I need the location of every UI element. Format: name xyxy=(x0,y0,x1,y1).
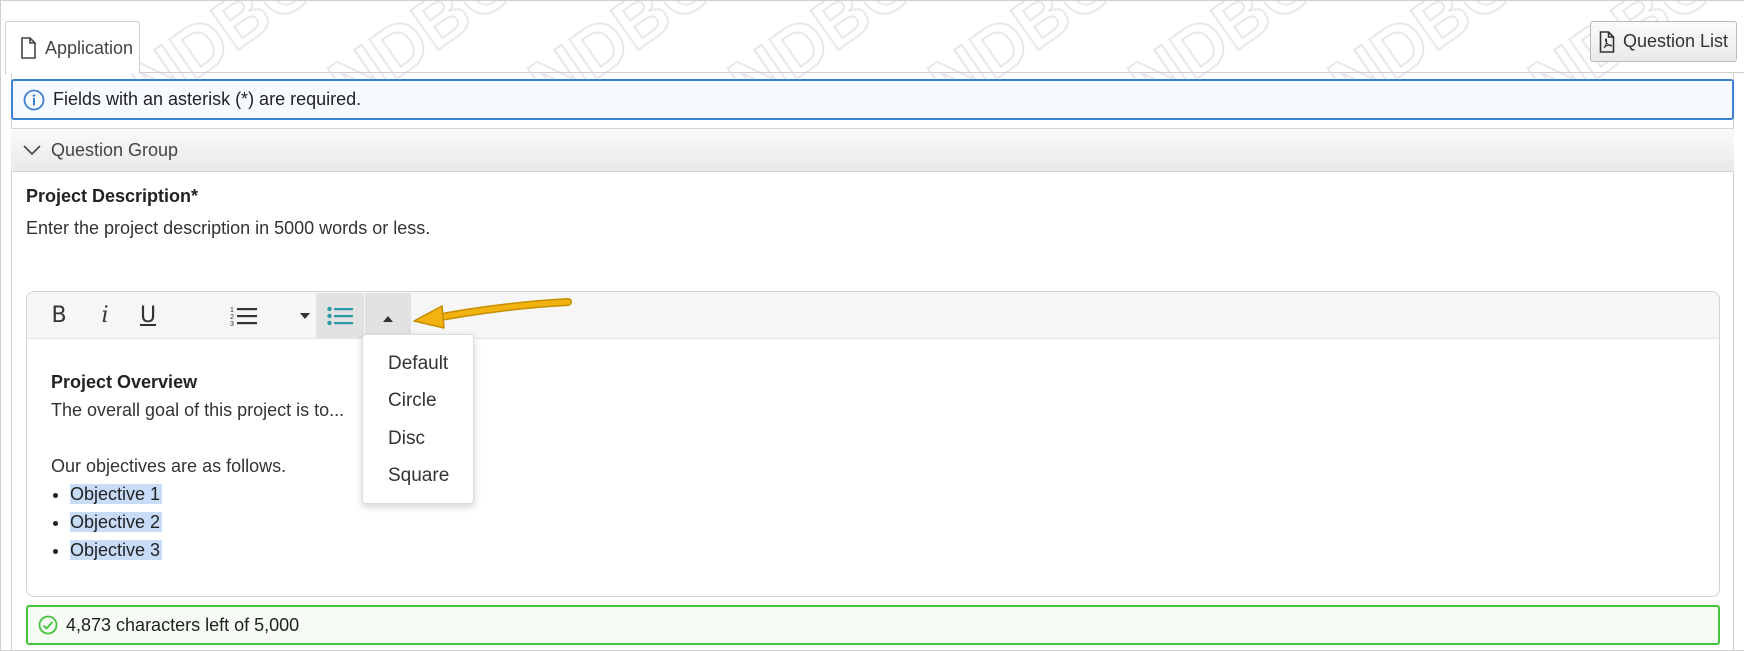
check-circle-icon xyxy=(38,615,58,635)
question-list-button[interactable]: Question List xyxy=(1590,21,1737,62)
question-list-label: Question List xyxy=(1622,31,1729,51)
list-style-menu: Default Circle Disc Square xyxy=(362,334,474,504)
bullet-list-style-dropdown[interactable] xyxy=(365,293,411,338)
required-fields-notice: Fields with an asterisk (*) are required… xyxy=(11,79,1734,120)
underline-button[interactable]: U xyxy=(135,295,161,336)
list-item-text: Objective 2 xyxy=(70,512,163,532)
pdf-file-icon xyxy=(1599,30,1615,53)
character-count-status: 4,873 characters left of 5,000 xyxy=(26,605,1720,645)
caret-up-icon xyxy=(383,315,393,322)
editor-content[interactable]: Project Overview The overall goal of thi… xyxy=(51,368,344,564)
chevron-down-icon xyxy=(23,145,41,156)
list-item: Objective 2 xyxy=(70,508,344,536)
svg-text:3: 3 xyxy=(230,321,234,327)
list-style-option-disc[interactable]: Disc xyxy=(363,420,473,458)
list-item: Objective 1 xyxy=(70,480,344,508)
content-heading: Project Overview xyxy=(51,372,198,392)
numbered-list-button[interactable]: 1 2 3 xyxy=(229,295,259,336)
list-style-option-default[interactable]: Default xyxy=(363,345,473,383)
tab-application[interactable]: Application xyxy=(5,21,140,74)
bullet-list-button[interactable] xyxy=(316,293,364,338)
caret-down-icon xyxy=(300,312,310,319)
bullet-list-icon xyxy=(327,306,353,325)
list-item-text: Objective 1 xyxy=(70,484,163,504)
content-line: The overall goal of this project is to..… xyxy=(51,400,345,420)
tab-application-label: Application xyxy=(45,37,134,58)
required-fields-text: Fields with an asterisk (*) are required… xyxy=(53,89,362,109)
rich-text-editor[interactable]: B i U 1 2 3 Project Overview The overall… xyxy=(26,291,1720,597)
character-count-text: 4,873 characters left of 5,000 xyxy=(66,614,300,635)
list-item-text: Objective 3 xyxy=(70,540,163,560)
list-style-option-circle[interactable]: Circle xyxy=(363,383,473,421)
question-group-title: Question Group xyxy=(51,139,179,160)
numbered-list-style-dropdown[interactable] xyxy=(297,295,313,336)
file-icon xyxy=(21,37,36,59)
objectives-list: Objective 1 Objective 2 Objective 3 xyxy=(51,480,344,564)
numbered-list-icon: 1 2 3 xyxy=(230,307,257,327)
question-help-text: Enter the project description in 5000 wo… xyxy=(26,218,431,238)
svg-text:2: 2 xyxy=(230,314,234,321)
content-line: Our objectives are as follows. xyxy=(51,456,287,476)
editor-toolbar: B i U 1 2 3 xyxy=(27,292,1719,339)
question-label: Project Description* xyxy=(26,186,199,206)
annotation-arrow-icon xyxy=(413,298,572,329)
list-item: Objective 3 xyxy=(70,536,344,564)
bold-button[interactable]: B xyxy=(47,295,71,336)
list-style-option-square[interactable]: Square xyxy=(363,458,473,496)
svg-text:1: 1 xyxy=(230,307,234,314)
content-blank-line xyxy=(51,424,344,452)
italic-button[interactable]: i xyxy=(93,295,117,336)
info-icon xyxy=(23,89,45,110)
question-group-header[interactable]: Question Group xyxy=(11,128,1734,172)
